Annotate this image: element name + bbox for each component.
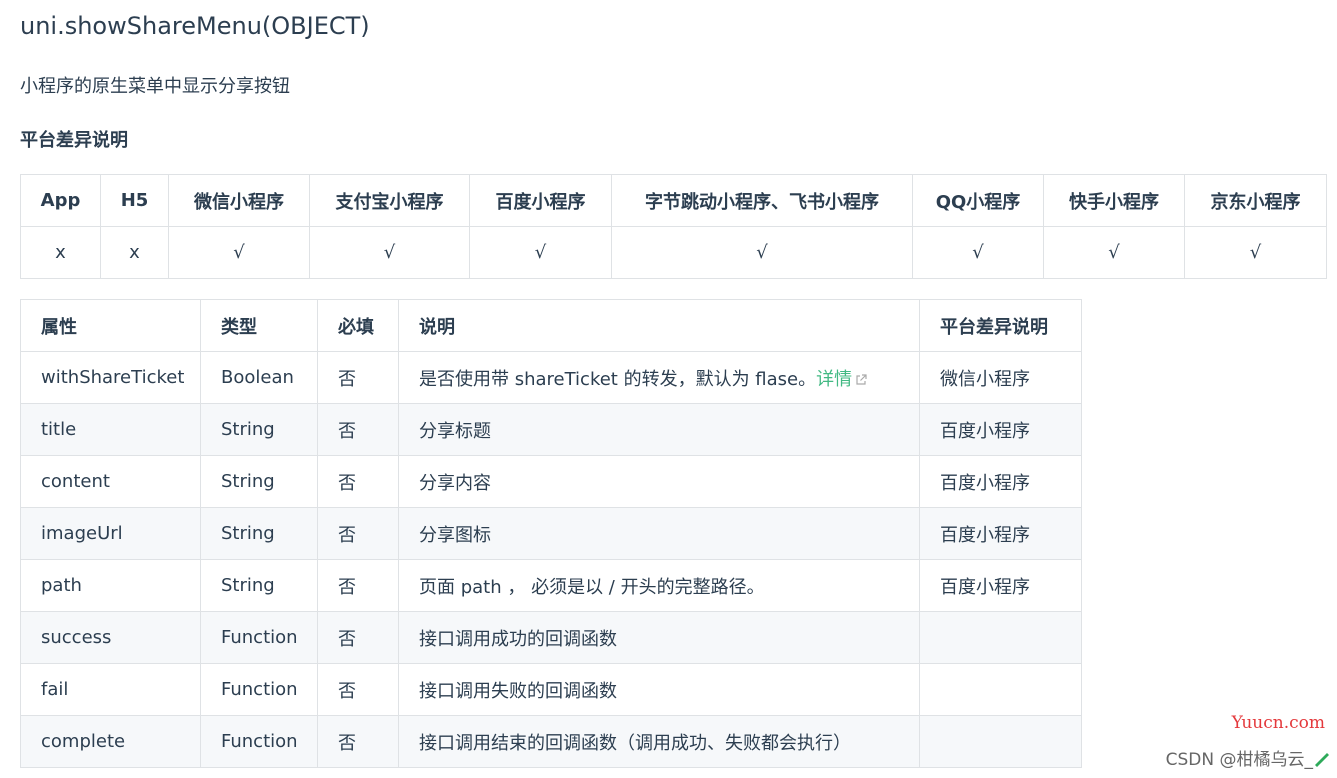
param-desc: 接口调用失败的回调函数 — [398, 663, 920, 716]
platform-support-table: App H5 微信小程序 支付宝小程序 百度小程序 字节跳动小程序、飞书小程序 … — [20, 174, 1327, 279]
params-header-row: 属性 类型 必填 说明 平台差异说明 — [20, 299, 1082, 352]
params-header-cell: 说明 — [398, 299, 920, 352]
param-platform: 百度小程序 — [919, 455, 1082, 508]
params-header-cell: 必填 — [317, 299, 399, 352]
param-name: imageUrl — [20, 507, 201, 560]
author-watermark: CSDN @柑橘乌云_ — [1166, 745, 1331, 770]
param-type: String — [200, 403, 318, 456]
table-row: withShareTicket Boolean 否 是否使用带 shareTic… — [20, 351, 1082, 404]
platform-value-cell: √ — [309, 226, 470, 279]
table-row: fail Function 否 接口调用失败的回调函数 — [20, 663, 1082, 716]
param-type: String — [200, 559, 318, 612]
param-platform: 百度小程序 — [919, 403, 1082, 456]
param-platform — [919, 611, 1082, 664]
platform-header-cell: 支付宝小程序 — [309, 174, 470, 227]
param-desc: 是否使用带 shareTicket 的转发，默认为 flase。 — [419, 368, 817, 390]
platform-value-cell: √ — [611, 226, 913, 279]
param-desc-cell: 是否使用带 shareTicket 的转发，默认为 flase。详情 — [398, 351, 920, 404]
param-name: fail — [20, 663, 201, 716]
platform-header-cell: App — [20, 174, 101, 227]
param-required: 否 — [317, 611, 399, 664]
param-type: Function — [200, 715, 318, 768]
param-type: Boolean — [200, 351, 318, 404]
param-desc: 页面 path ， 必须是以 / 开头的完整路径。 — [398, 559, 920, 612]
param-desc: 接口调用成功的回调函数 — [398, 611, 920, 664]
param-name: success — [20, 611, 201, 664]
params-header-cell: 平台差异说明 — [919, 299, 1082, 352]
param-platform — [919, 715, 1082, 768]
api-description: 小程序的原生菜单中显示分享按钮 — [20, 76, 290, 97]
platform-header-cell: 微信小程序 — [168, 174, 310, 227]
platform-header-cell: 快手小程序 — [1043, 174, 1185, 227]
param-desc: 接口调用结束的回调函数（调用成功、失败都会执行） — [398, 715, 920, 768]
param-desc: 分享内容 — [398, 455, 920, 508]
param-type: Function — [200, 663, 318, 716]
param-name: title — [20, 403, 201, 456]
param-required: 否 — [317, 559, 399, 612]
param-required: 否 — [317, 663, 399, 716]
table-row: complete Function 否 接口调用结束的回调函数（调用成功、失败都… — [20, 715, 1082, 768]
param-platform: 微信小程序 — [919, 351, 1082, 404]
platform-header-cell: 百度小程序 — [469, 174, 612, 227]
table-row: content String 否 分享内容 百度小程序 — [20, 455, 1082, 508]
table-row: imageUrl String 否 分享图标 百度小程序 — [20, 507, 1082, 560]
platform-header-cell: QQ小程序 — [912, 174, 1044, 227]
param-required: 否 — [317, 715, 399, 768]
details-link[interactable]: 详情 — [816, 369, 852, 390]
external-link-icon — [856, 373, 867, 385]
param-name: path — [20, 559, 201, 612]
site-watermark: Yuucn.com — [1231, 713, 1325, 733]
pen-icon — [1315, 753, 1329, 767]
param-required: 否 — [317, 403, 399, 456]
table-row: title String 否 分享标题 百度小程序 — [20, 403, 1082, 456]
table-row: path String 否 页面 path ， 必须是以 / 开头的完整路径。 … — [20, 559, 1082, 612]
platform-value-cell: √ — [1043, 226, 1185, 279]
param-required: 否 — [317, 455, 399, 508]
param-type: String — [200, 455, 318, 508]
param-name: complete — [20, 715, 201, 768]
platform-value-row: x x √ √ √ √ √ √ √ — [20, 226, 1327, 279]
param-desc: 分享图标 — [398, 507, 920, 560]
platform-value-cell: √ — [1184, 226, 1327, 279]
param-name: withShareTicket — [20, 351, 201, 404]
params-table: 属性 类型 必填 说明 平台差异说明 withShareTicket Boole… — [20, 299, 1082, 768]
param-platform: 百度小程序 — [919, 507, 1082, 560]
platform-value-cell: x — [100, 226, 169, 279]
platform-header-cell: H5 — [100, 174, 169, 227]
platform-header-cell: 字节跳动小程序、飞书小程序 — [611, 174, 913, 227]
platform-value-cell: √ — [168, 226, 310, 279]
params-header-cell: 类型 — [200, 299, 318, 352]
param-type: Function — [200, 611, 318, 664]
param-platform: 百度小程序 — [919, 559, 1082, 612]
param-desc: 分享标题 — [398, 403, 920, 456]
param-type: String — [200, 507, 318, 560]
platform-value-cell: √ — [912, 226, 1044, 279]
param-name: content — [20, 455, 201, 508]
param-platform — [919, 663, 1082, 716]
platform-value-cell: √ — [469, 226, 612, 279]
table-row: success Function 否 接口调用成功的回调函数 — [20, 611, 1082, 664]
platform-heading: 平台差异说明 — [20, 130, 128, 151]
param-required: 否 — [317, 507, 399, 560]
platform-value-cell: x — [20, 226, 101, 279]
params-header-cell: 属性 — [20, 299, 201, 352]
api-title: uni.showShareMenu(OBJECT) — [20, 12, 370, 40]
platform-header-row: App H5 微信小程序 支付宝小程序 百度小程序 字节跳动小程序、飞书小程序 … — [20, 174, 1327, 227]
param-required: 否 — [317, 351, 399, 404]
author-watermark-text: CSDN @柑橘乌云_ — [1165, 750, 1313, 770]
platform-header-cell: 京东小程序 — [1184, 174, 1327, 227]
